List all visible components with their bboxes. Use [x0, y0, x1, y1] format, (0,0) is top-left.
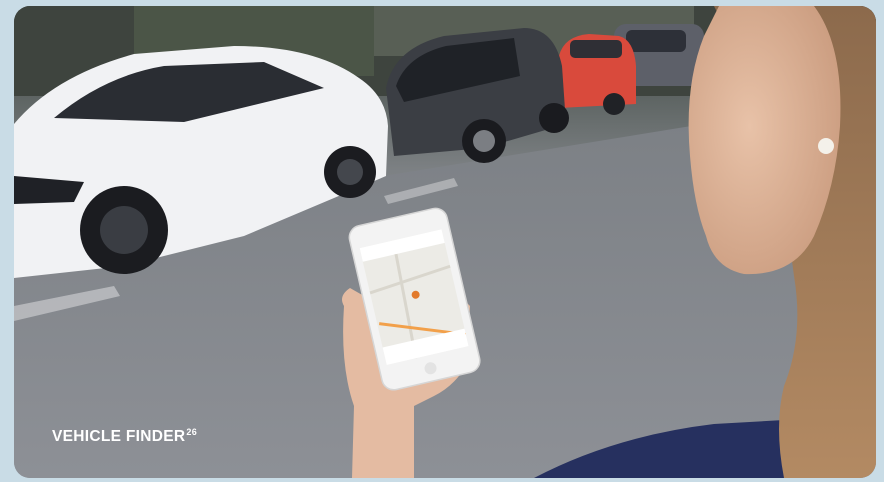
earring: [818, 138, 834, 154]
caption-footnote: 26: [186, 427, 198, 437]
caption-title: VEHICLE FINDER: [52, 428, 186, 445]
feature-caption: VEHICLE FINDER26: [52, 427, 197, 446]
parked-car-red: [559, 34, 636, 115]
hero-photo-card: VEHICLE FINDER26: [14, 6, 876, 478]
street-scene-photo: [14, 6, 876, 478]
